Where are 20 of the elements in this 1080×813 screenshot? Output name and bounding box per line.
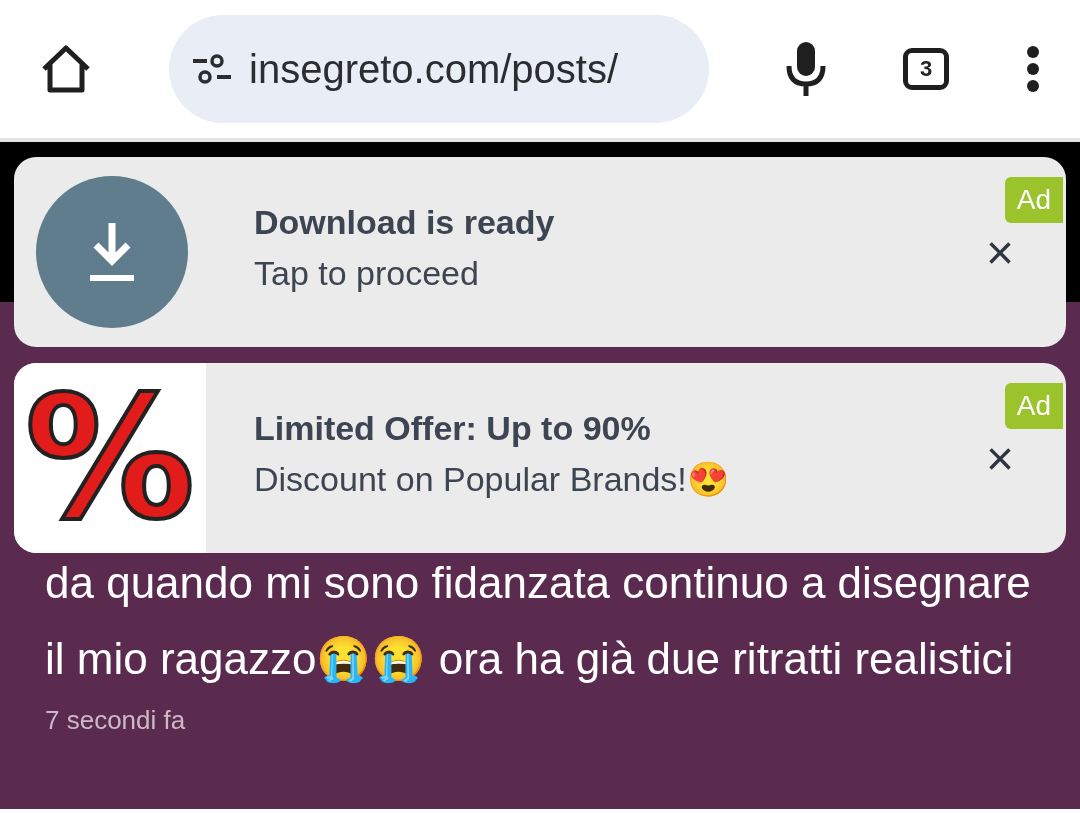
post-time: 7 secondi fa [45,704,187,737]
address-bar[interactable]: insegreto.com/posts/ [169,15,709,123]
percent-graphic: % [24,373,196,543]
home-icon[interactable] [40,45,92,93]
close-button[interactable]: × [981,229,1018,277]
ad-label: Ad [1004,177,1063,223]
ad-banner[interactable]: % Limited Offer: Up to 90% Discount on Popular Brands!😍 Ad × [14,363,1066,553]
tab-count[interactable]: 3 [903,48,949,90]
ad-title: Download is ready [254,202,555,243]
ad-subtitle: Discount on Popular Brands!😍 [254,459,729,500]
tune-icon[interactable] [191,53,233,85]
post-text: da quando mi sono fidanzata continuo a disegnare il mio ragazzo😭😭 ora ha già due ritratti realistici [45,557,1032,685]
microphone-icon[interactable] [786,40,826,98]
ad-title: Limited Offer: Up to 90% [254,408,652,449]
menu-icon[interactable] [1026,45,1040,93]
ad-label: Ad [1004,383,1063,429]
ad-subtitle: Tap to proceed [254,253,480,294]
url-text: insegreto.com/posts/ [249,46,619,93]
close-button[interactable]: × [981,435,1018,483]
ad-banner[interactable]: Download is ready Tap to proceed Ad × [14,157,1066,347]
